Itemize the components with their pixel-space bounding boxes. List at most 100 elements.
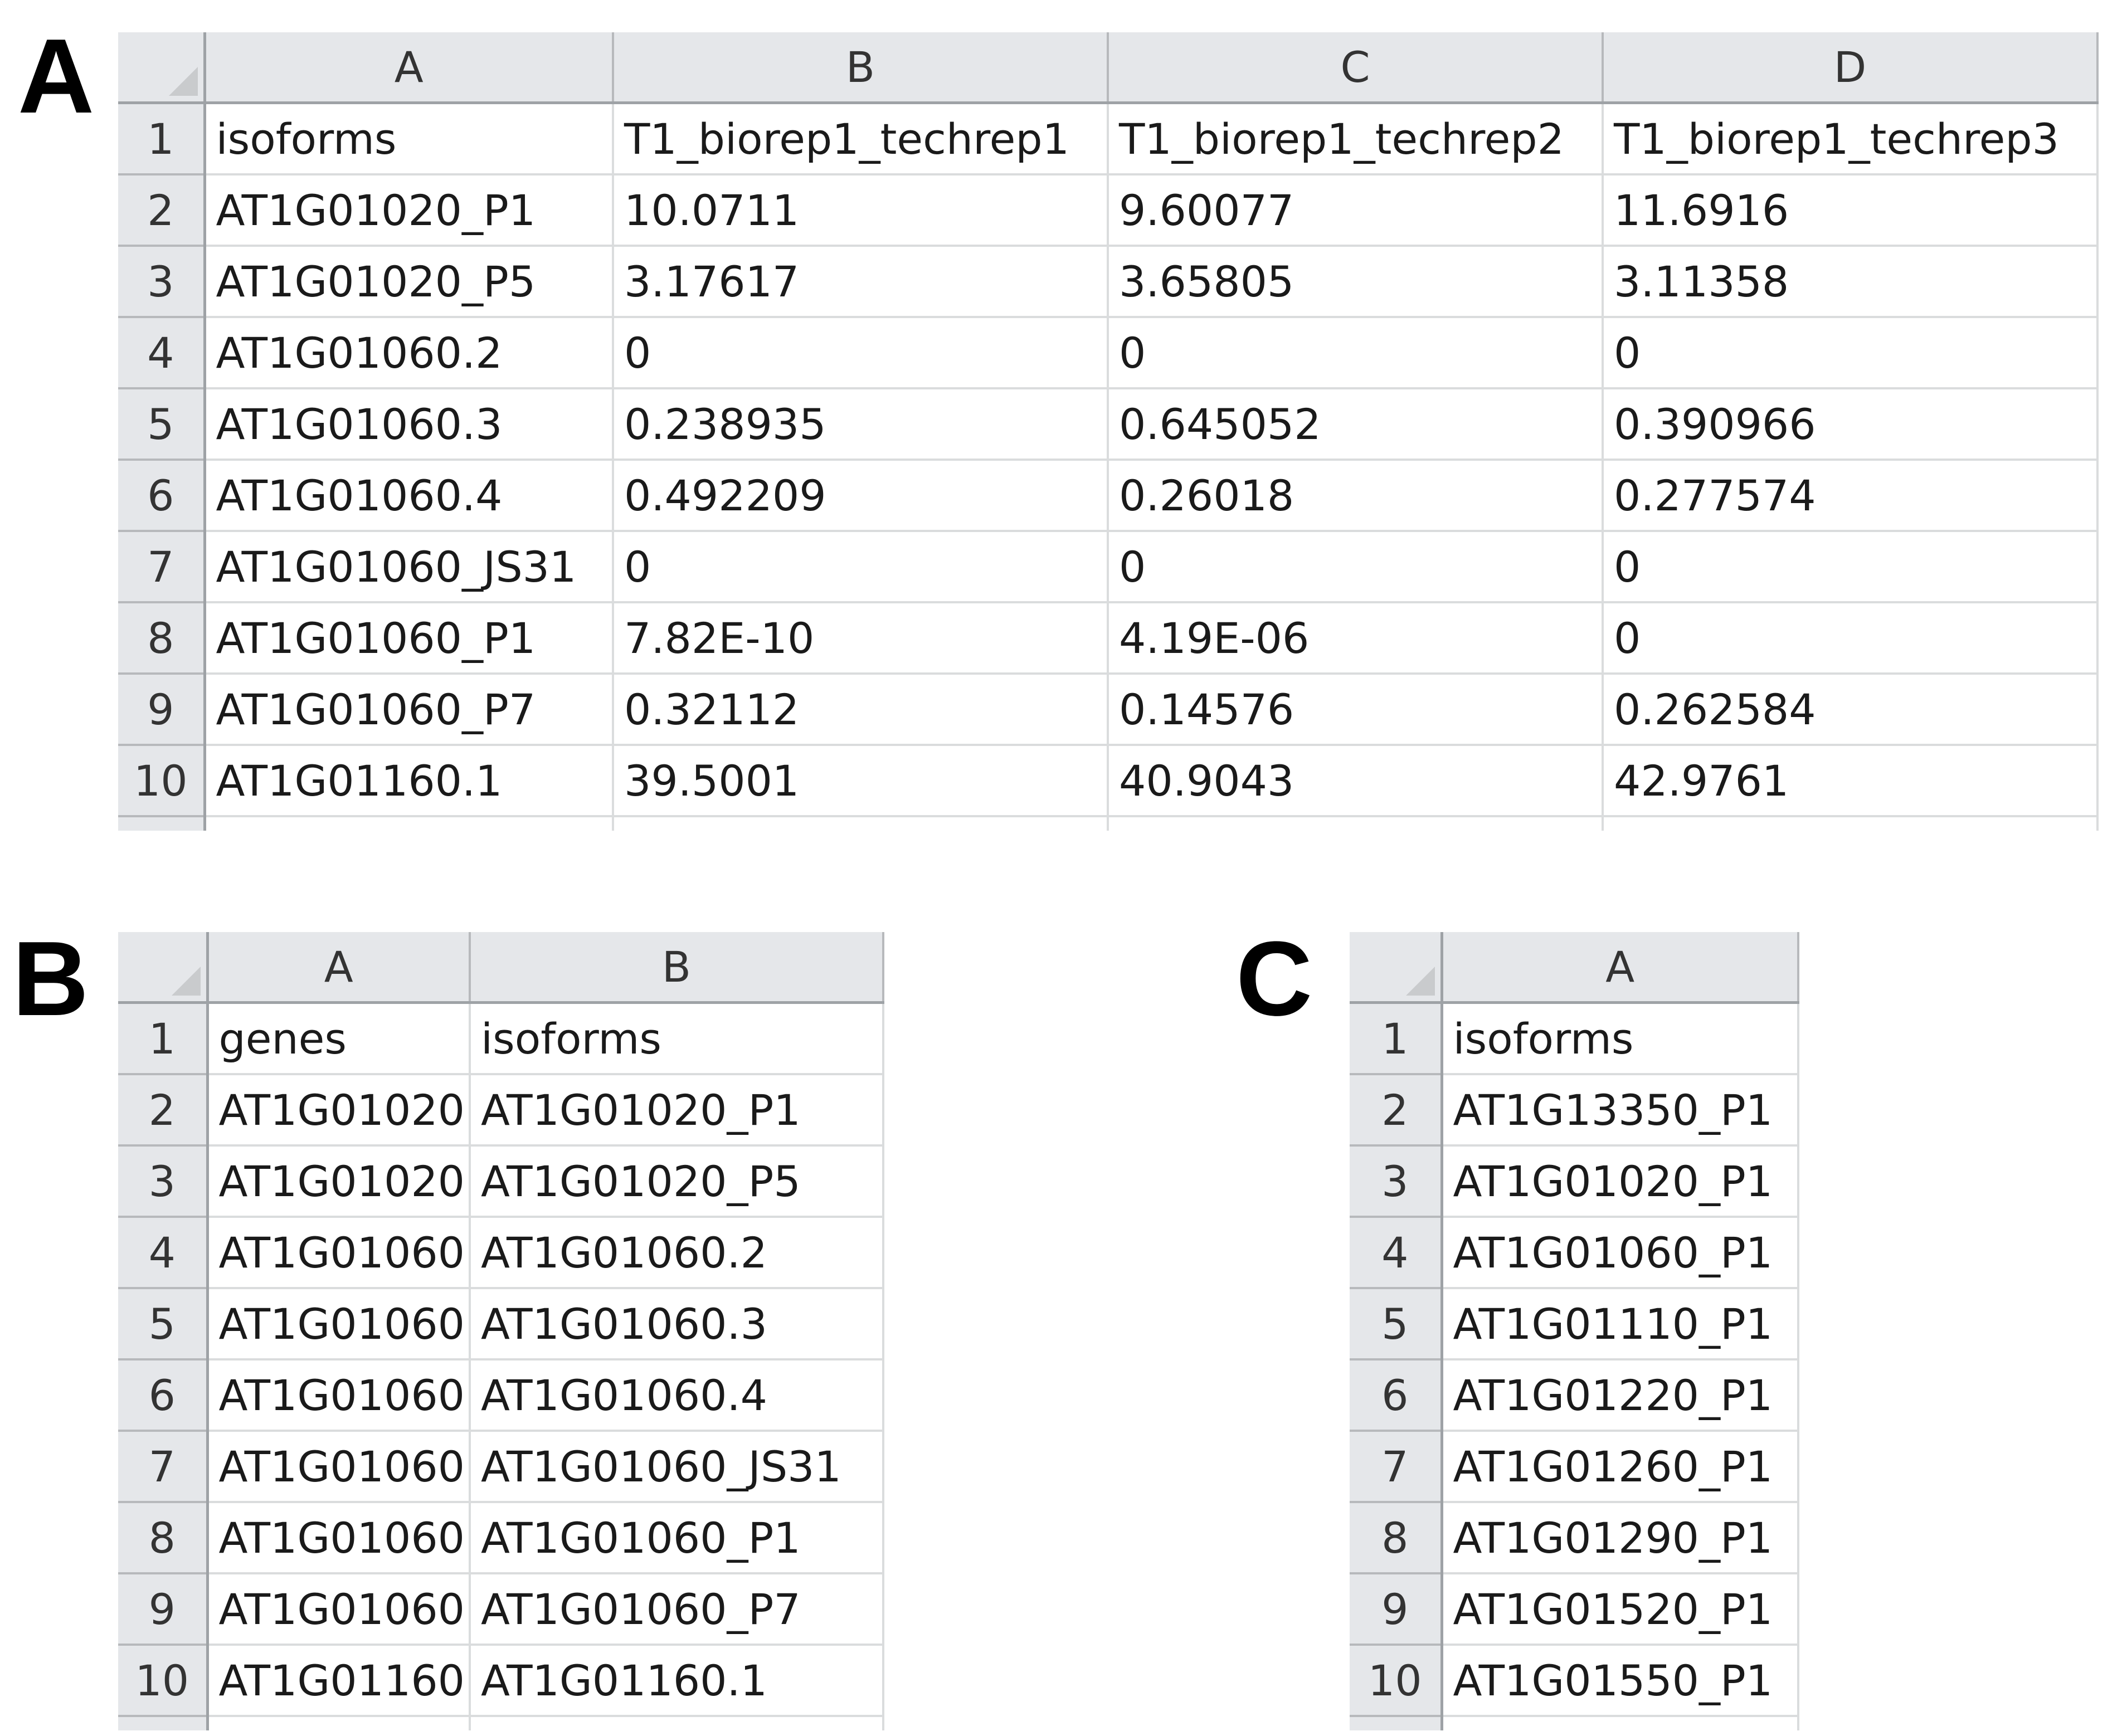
row-header[interactable]: 4: [1350, 1217, 1443, 1289]
cell[interactable]: 0: [1108, 317, 1604, 389]
cell[interactable]: 11.6916: [1603, 174, 2099, 247]
row-header[interactable]: 8: [118, 1502, 209, 1574]
cell[interactable]: AT1G01060: [207, 1502, 471, 1574]
row-header[interactable]: 1: [118, 103, 206, 175]
cell[interactable]: AT1G01060.4: [470, 1359, 884, 1432]
column-header-a[interactable]: A: [1442, 932, 1799, 1004]
cell[interactable]: 0.492209: [613, 460, 1109, 532]
cell[interactable]: AT1G01160.1: [470, 1645, 884, 1717]
row-header[interactable]: 3: [1350, 1145, 1443, 1218]
cell[interactable]: 10.0711: [613, 174, 1109, 247]
cell[interactable]: AT1G01110_P1: [1442, 1288, 1799, 1360]
cell[interactable]: AT1G01060: [207, 1217, 471, 1289]
cell[interactable]: AT1G01290_P1: [1442, 1502, 1799, 1574]
column-header-a[interactable]: A: [205, 32, 614, 104]
row-header[interactable]: 7: [1350, 1431, 1443, 1503]
cell[interactable]: AT1G01060.3: [205, 388, 614, 461]
row-header[interactable]: 10: [1350, 1645, 1443, 1717]
cell[interactable]: AT1G01060.2: [470, 1217, 884, 1289]
cell[interactable]: T1_biorep1_techrep2: [1108, 103, 1604, 175]
row-header[interactable]: 6: [1350, 1359, 1443, 1432]
cell[interactable]: AT1G01020_P5: [470, 1145, 884, 1218]
cell[interactable]: 0.645052: [1108, 388, 1604, 461]
cell[interactable]: 3.11358: [1603, 246, 2099, 318]
cell[interactable]: AT1G01160: [207, 1645, 471, 1717]
cell[interactable]: 0: [613, 317, 1109, 389]
row-header[interactable]: 8: [1350, 1502, 1443, 1574]
cell[interactable]: 3.17617: [613, 246, 1109, 318]
select-all-button[interactable]: [118, 32, 206, 104]
row-header[interactable]: 5: [118, 1288, 209, 1360]
cell[interactable]: 0: [1108, 531, 1604, 603]
cell[interactable]: AT1G01060_JS31: [205, 531, 614, 603]
column-header-c[interactable]: C: [1108, 32, 1604, 104]
cell[interactable]: 42.9761: [1603, 745, 2099, 817]
row-header[interactable]: 1: [1350, 1002, 1443, 1075]
row-header[interactable]: 2: [118, 1074, 209, 1147]
cell[interactable]: AT1G01020: [207, 1074, 471, 1147]
cell[interactable]: 0: [1603, 602, 2099, 675]
row-header[interactable]: 6: [118, 460, 206, 532]
row-header[interactable]: 4: [118, 317, 206, 389]
cell[interactable]: 0.277574: [1603, 460, 2099, 532]
cell[interactable]: AT1G01060.4: [205, 460, 614, 532]
row-header[interactable]: 3: [118, 1145, 209, 1218]
row-header[interactable]: 1: [118, 1002, 209, 1075]
cell[interactable]: 40.9043: [1108, 745, 1604, 817]
cell[interactable]: 3.65805: [1108, 246, 1604, 318]
row-header[interactable]: 6: [118, 1359, 209, 1432]
cell[interactable]: AT1G01060_P1: [470, 1502, 884, 1574]
cell[interactable]: AT1G01060: [207, 1288, 471, 1360]
cell[interactable]: AT1G01020_P1: [470, 1074, 884, 1147]
column-header-b[interactable]: B: [470, 932, 884, 1004]
cell[interactable]: 0: [1603, 317, 2099, 389]
row-header[interactable]: 9: [118, 1573, 209, 1646]
row-header[interactable]: 7: [118, 1431, 209, 1503]
cell[interactable]: AT1G13350_P1: [1442, 1074, 1799, 1147]
cell[interactable]: AT1G01060_P7: [205, 674, 614, 746]
cell[interactable]: 0.390966: [1603, 388, 2099, 461]
cell[interactable]: 0.32112: [613, 674, 1109, 746]
cell[interactable]: 0.238935: [613, 388, 1109, 461]
cell[interactable]: AT1G01060_P7: [470, 1573, 884, 1646]
row-header[interactable]: 4: [118, 1217, 209, 1289]
cell[interactable]: AT1G01060.3: [470, 1288, 884, 1360]
row-header[interactable]: 10: [118, 745, 206, 817]
row-header[interactable]: 5: [1350, 1288, 1443, 1360]
cell[interactable]: AT1G01060.2: [205, 317, 614, 389]
cell[interactable]: T1_biorep1_techrep3: [1603, 103, 2099, 175]
row-header[interactable]: 8: [118, 602, 206, 675]
cell[interactable]: 0.262584: [1603, 674, 2099, 746]
cell[interactable]: AT1G01220_P1: [1442, 1359, 1799, 1432]
cell[interactable]: isoforms: [205, 103, 614, 175]
cell[interactable]: 39.5001: [613, 745, 1109, 817]
row-header[interactable]: 2: [118, 174, 206, 247]
cell[interactable]: AT1G01060: [207, 1573, 471, 1646]
cell[interactable]: AT1G01060_JS31: [470, 1431, 884, 1503]
cell[interactable]: 9.60077: [1108, 174, 1604, 247]
cell[interactable]: 0: [1603, 531, 2099, 603]
row-header[interactable]: 10: [118, 1645, 209, 1717]
row-header[interactable]: 9: [1350, 1573, 1443, 1646]
cell[interactable]: AT1G01060_P1: [1442, 1217, 1799, 1289]
cell[interactable]: AT1G01060_P1: [205, 602, 614, 675]
row-header[interactable]: 7: [118, 531, 206, 603]
cell[interactable]: AT1G01550_P1: [1442, 1645, 1799, 1717]
cell[interactable]: AT1G01060: [207, 1431, 471, 1503]
cell[interactable]: AT1G01020_P5: [205, 246, 614, 318]
cell[interactable]: AT1G01160.1: [205, 745, 614, 817]
cell[interactable]: AT1G01020: [207, 1145, 471, 1218]
column-header-d[interactable]: D: [1603, 32, 2099, 104]
select-all-button[interactable]: [118, 932, 209, 1004]
cell[interactable]: 0.14576: [1108, 674, 1604, 746]
cell[interactable]: 0.26018: [1108, 460, 1604, 532]
row-header[interactable]: 5: [118, 388, 206, 461]
column-header-a[interactable]: A: [207, 932, 471, 1004]
cell[interactable]: genes: [207, 1002, 471, 1075]
cell[interactable]: isoforms: [1442, 1002, 1799, 1075]
column-header-b[interactable]: B: [613, 32, 1109, 104]
cell[interactable]: 7.82E-10: [613, 602, 1109, 675]
select-all-button[interactable]: [1350, 932, 1443, 1004]
cell[interactable]: AT1G01060: [207, 1359, 471, 1432]
cell[interactable]: AT1G01020_P1: [205, 174, 614, 247]
